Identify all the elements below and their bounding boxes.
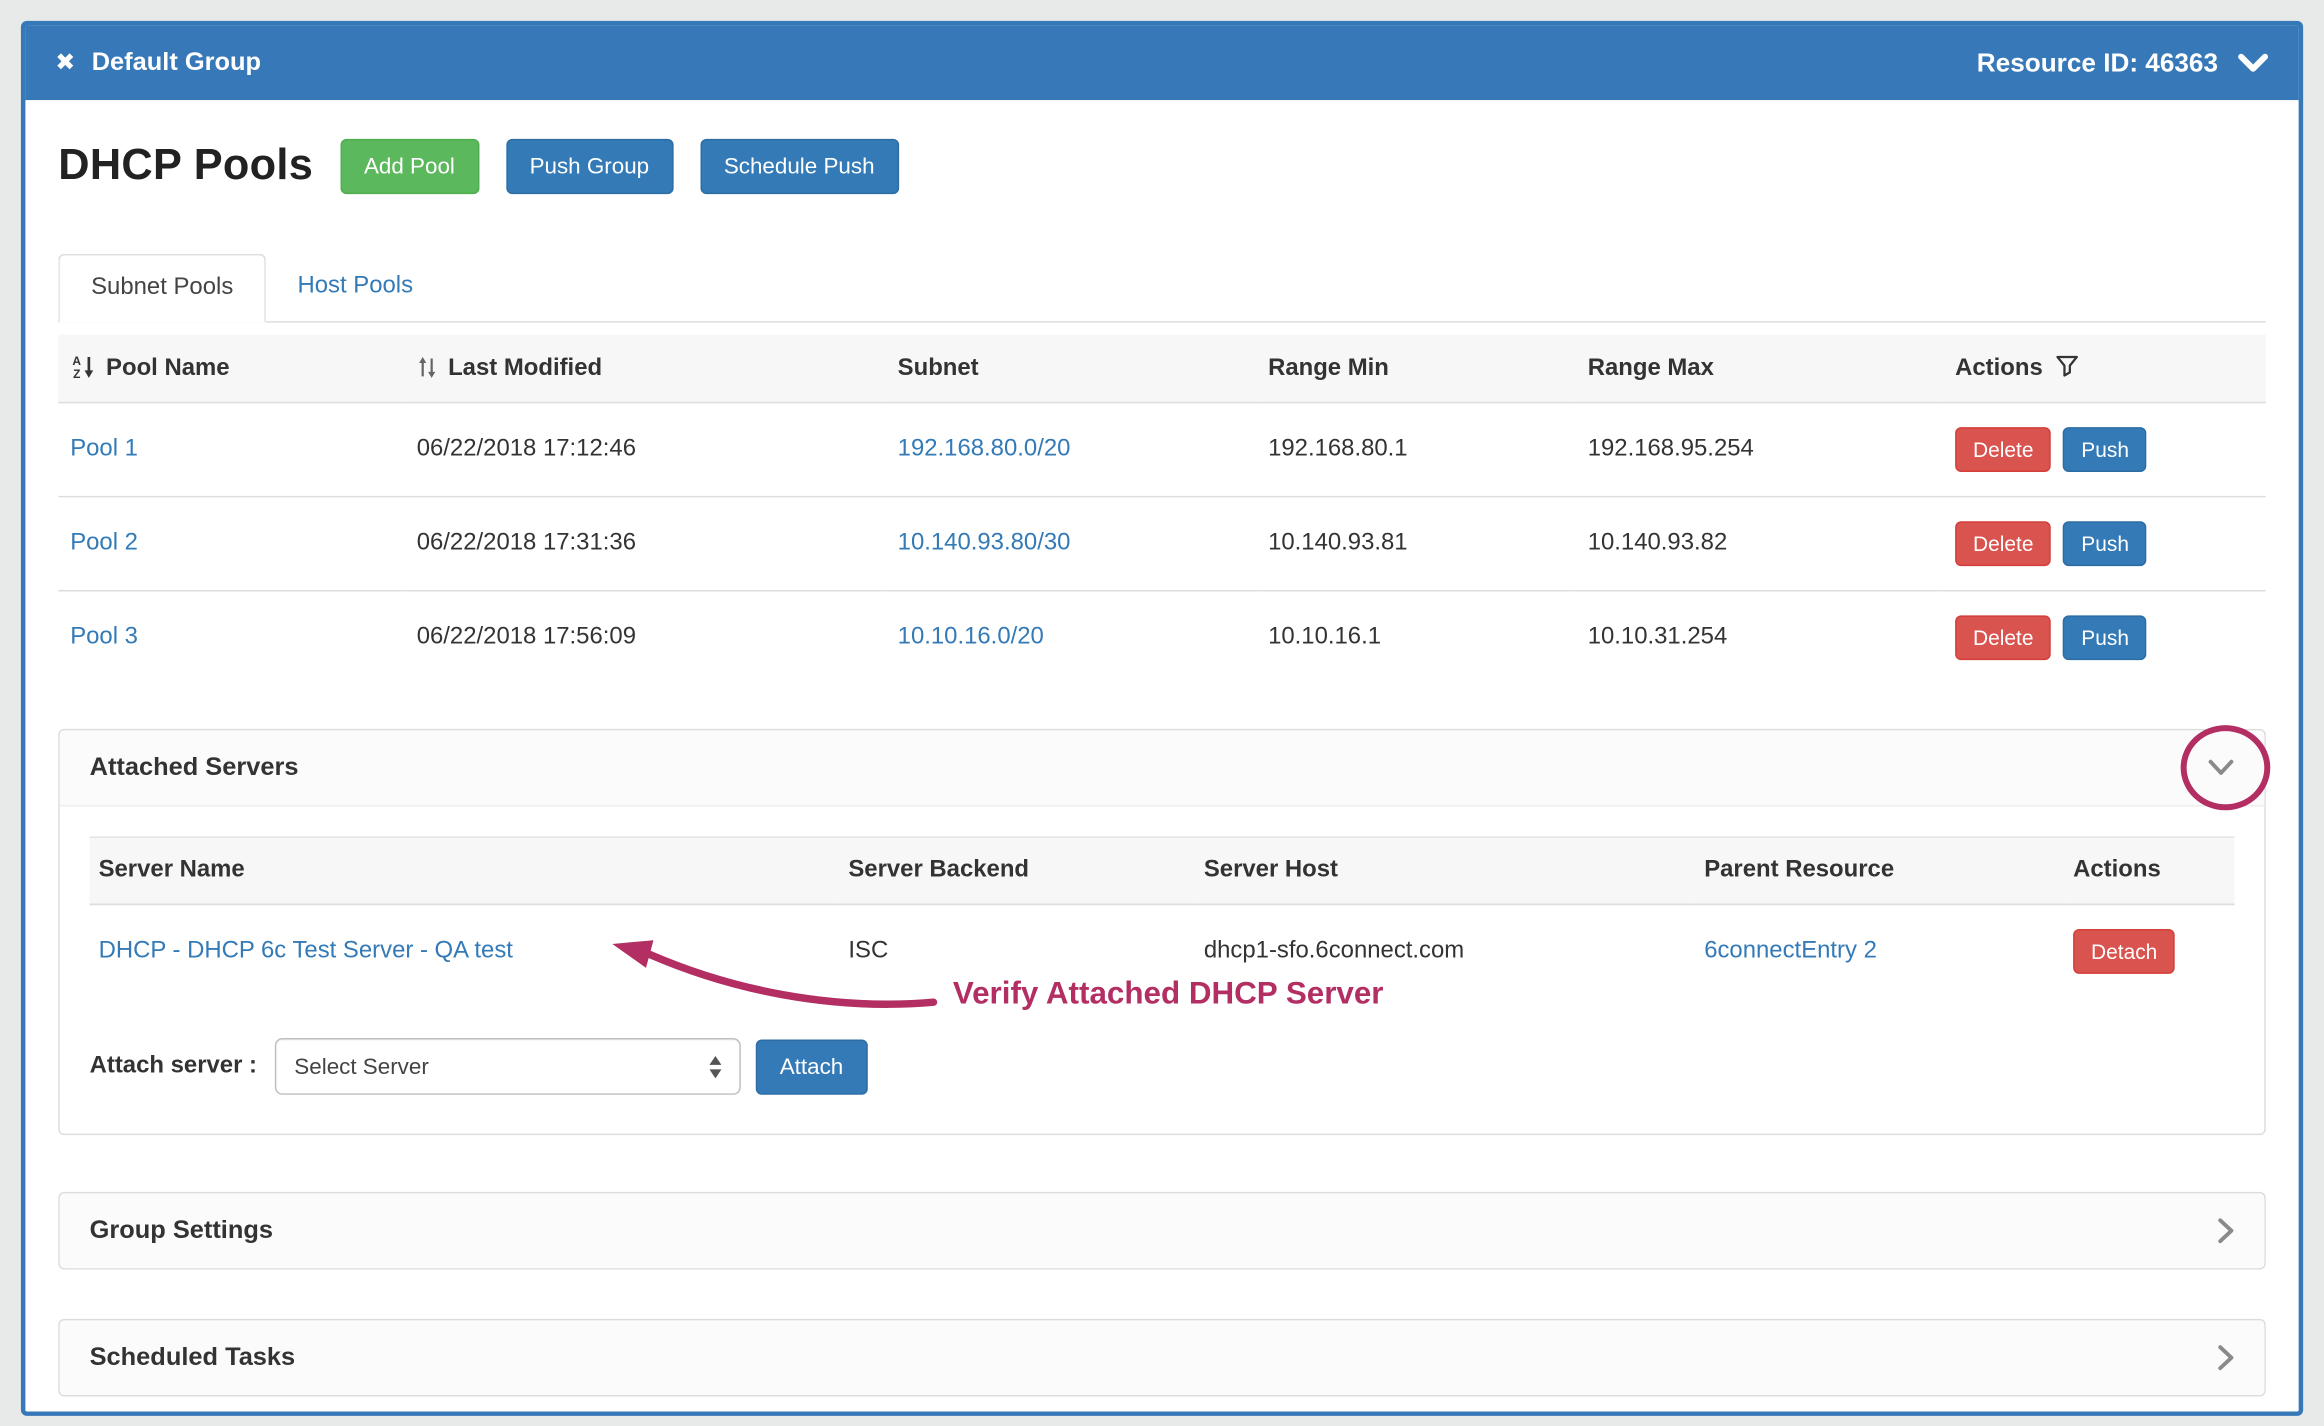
group-header-right: Resource ID: 46363 bbox=[1977, 47, 2269, 78]
chevron-down-icon[interactable] bbox=[2237, 52, 2268, 73]
server-table: Server Name Server Backend Server Host P… bbox=[90, 836, 2235, 997]
push-button[interactable]: Push bbox=[2063, 615, 2147, 660]
scheduled-tasks-panel: Scheduled Tasks bbox=[58, 1319, 2266, 1397]
schedule-push-button[interactable]: Schedule Push bbox=[700, 139, 899, 194]
col-range-min-label: Range Min bbox=[1268, 355, 1389, 380]
group-header-left: ✖ Default Group bbox=[55, 48, 261, 78]
col-server-host: Server Host bbox=[1195, 837, 1695, 904]
chevron-right-icon[interactable] bbox=[2217, 1217, 2235, 1244]
last-modified-cell: 06/22/2018 17:12:46 bbox=[405, 403, 886, 497]
group-header: ✖ Default Group Resource ID: 46363 bbox=[25, 25, 2298, 100]
col-last-modified: Last Modified bbox=[405, 335, 886, 403]
sort-alpha-icon[interactable]: A Z bbox=[70, 354, 95, 379]
pool-name-link[interactable]: Pool 1 bbox=[70, 436, 138, 461]
attached-servers-body: Server Name Server Backend Server Host P… bbox=[60, 807, 2265, 1134]
pool-table: A Z Pool Name bbox=[58, 335, 2266, 685]
table-row: Pool 1 06/22/2018 17:12:46 192.168.80.0/… bbox=[58, 403, 2266, 497]
push-group-button[interactable]: Push Group bbox=[506, 139, 673, 194]
server-backend-cell: ISC bbox=[839, 904, 1194, 997]
server-table-header-row: Server Name Server Backend Server Host P… bbox=[90, 837, 2235, 904]
attached-servers-title: Attached Servers bbox=[90, 753, 299, 783]
col-actions: Actions bbox=[1943, 335, 2266, 403]
select-arrows-icon bbox=[710, 1055, 722, 1077]
detach-button[interactable]: Detach bbox=[2073, 929, 2175, 974]
range-max-cell: 192.168.95.254 bbox=[1576, 403, 1943, 497]
col-pool-name-label: Pool Name bbox=[106, 355, 230, 380]
attach-server-row: Attach server : Select Server Attach bbox=[90, 1038, 2235, 1095]
col-actions-label: Actions bbox=[1955, 355, 2043, 380]
parent-resource-link[interactable]: 6connectEntry 2 bbox=[1704, 938, 1877, 963]
push-button[interactable]: Push bbox=[2063, 521, 2147, 566]
server-name-link[interactable]: DHCP - DHCP 6c Test Server - QA test bbox=[99, 938, 513, 963]
delete-button[interactable]: Delete bbox=[1955, 427, 2051, 472]
chevron-down-icon[interactable] bbox=[2208, 759, 2235, 777]
close-icon[interactable]: ✖ bbox=[55, 48, 75, 78]
subnet-link[interactable]: 10.140.93.80/30 bbox=[898, 530, 1071, 555]
col-server-actions: Actions bbox=[2064, 837, 2234, 904]
range-min-cell: 10.140.93.81 bbox=[1256, 497, 1576, 591]
subnet-link[interactable]: 10.10.16.0/20 bbox=[898, 624, 1044, 649]
sort-updown-icon[interactable] bbox=[417, 355, 438, 379]
svg-text:Z: Z bbox=[73, 367, 80, 379]
col-range-max: Range Max bbox=[1576, 335, 1943, 403]
col-parent-resource: Parent Resource bbox=[1695, 837, 2064, 904]
pool-name-link[interactable]: Pool 3 bbox=[70, 624, 138, 649]
col-last-modified-label: Last Modified bbox=[448, 355, 602, 380]
group-settings-header[interactable]: Group Settings bbox=[60, 1193, 2265, 1268]
panel-body: DHCP Pools Add Pool Push Group Schedule … bbox=[25, 100, 2298, 1396]
col-server-name: Server Name bbox=[90, 837, 840, 904]
group-title: Default Group bbox=[92, 48, 261, 78]
col-subnet: Subnet bbox=[886, 335, 1256, 403]
group-settings-title: Group Settings bbox=[90, 1216, 273, 1246]
table-row: Pool 3 06/22/2018 17:56:09 10.10.16.0/20… bbox=[58, 591, 2266, 684]
scheduled-tasks-title: Scheduled Tasks bbox=[90, 1343, 296, 1373]
col-range-max-label: Range Max bbox=[1588, 355, 1714, 380]
pool-tabs: Subnet Pools Host Pools bbox=[58, 254, 2266, 323]
attached-servers-header[interactable]: Attached Servers bbox=[60, 730, 2265, 806]
chevron-right-icon[interactable] bbox=[2217, 1344, 2235, 1371]
range-max-cell: 10.10.31.254 bbox=[1576, 591, 1943, 684]
server-host-cell: dhcp1-sfo.6connect.com bbox=[1195, 904, 1695, 997]
page: ✖ Default Group Resource ID: 46363 DHCP … bbox=[0, 0, 2324, 1426]
range-min-cell: 192.168.80.1 bbox=[1256, 403, 1576, 497]
attach-server-label: Attach server : bbox=[90, 1053, 257, 1080]
tab-subnet-pools[interactable]: Subnet Pools bbox=[58, 254, 266, 323]
scheduled-tasks-header[interactable]: Scheduled Tasks bbox=[60, 1320, 2265, 1395]
group-settings-panel: Group Settings bbox=[58, 1192, 2266, 1270]
delete-button[interactable]: Delete bbox=[1955, 521, 2051, 566]
range-min-cell: 10.10.16.1 bbox=[1256, 591, 1576, 684]
title-row: DHCP Pools Add Pool Push Group Schedule … bbox=[58, 139, 2266, 194]
push-button[interactable]: Push bbox=[2063, 427, 2147, 472]
attached-servers-panel: Attached Servers Server Name bbox=[58, 729, 2266, 1135]
tab-host-pools[interactable]: Host Pools bbox=[266, 254, 444, 323]
range-max-cell: 10.140.93.82 bbox=[1576, 497, 1943, 591]
subnet-link[interactable]: 192.168.80.0/20 bbox=[898, 436, 1071, 461]
resource-id-label: Resource ID: 46363 bbox=[1977, 47, 2218, 78]
filter-icon[interactable] bbox=[2055, 354, 2079, 378]
table-row: DHCP - DHCP 6c Test Server - QA test ISC… bbox=[90, 904, 2235, 997]
page-title: DHCP Pools bbox=[58, 142, 313, 191]
server-select[interactable]: Select Server bbox=[275, 1038, 741, 1095]
col-subnet-label: Subnet bbox=[898, 355, 979, 380]
server-select-value: Select Server bbox=[294, 1054, 428, 1079]
col-server-backend: Server Backend bbox=[839, 837, 1194, 904]
col-pool-name: A Z Pool Name bbox=[58, 335, 405, 403]
pool-table-header-row: A Z Pool Name bbox=[58, 335, 2266, 403]
add-pool-button[interactable]: Add Pool bbox=[340, 139, 479, 194]
pool-name-link[interactable]: Pool 2 bbox=[70, 530, 138, 555]
last-modified-cell: 06/22/2018 17:31:36 bbox=[405, 497, 886, 591]
last-modified-cell: 06/22/2018 17:56:09 bbox=[405, 591, 886, 684]
attach-button[interactable]: Attach bbox=[756, 1039, 867, 1094]
default-group-panel: ✖ Default Group Resource ID: 46363 DHCP … bbox=[21, 21, 2303, 1416]
table-row: Pool 2 06/22/2018 17:31:36 10.140.93.80/… bbox=[58, 497, 2266, 591]
delete-button[interactable]: Delete bbox=[1955, 615, 2051, 660]
col-range-min: Range Min bbox=[1256, 335, 1576, 403]
